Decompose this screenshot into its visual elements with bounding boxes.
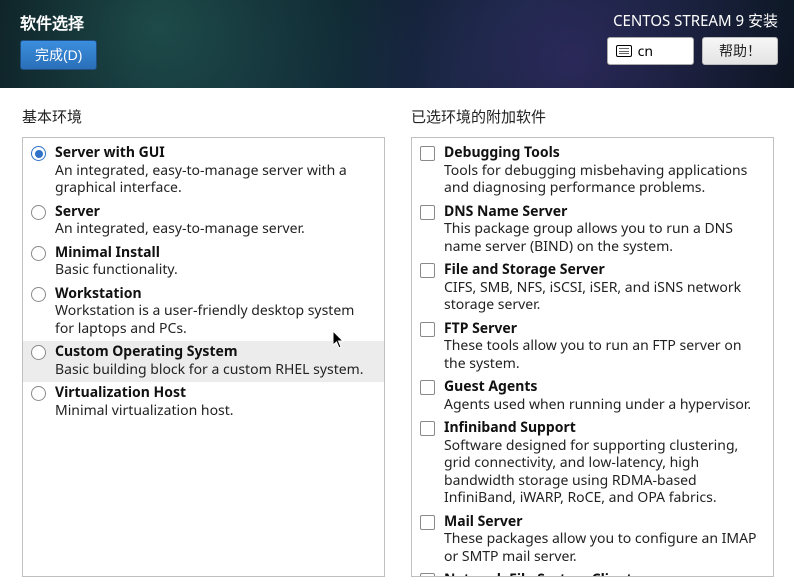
addons-list[interactable]: Debugging ToolsTools for debugging misbe… — [411, 137, 774, 577]
base-environment-column: 基本环境 Server with GUIAn integrated, easy-… — [22, 106, 385, 577]
radio-workstation[interactable] — [31, 287, 46, 302]
option-desc: Minimal virtualization host. — [55, 402, 374, 420]
addon-option-debugging-tools[interactable]: Debugging ToolsTools for debugging misbe… — [412, 142, 773, 201]
env-option-workstation[interactable]: WorkstationWorkstation is a user-friendl… — [23, 283, 384, 342]
base-environment-title: 基本环境 — [22, 106, 385, 127]
install-title: CENTOS STREAM 9 安装 — [613, 10, 778, 31]
env-option-virt-host[interactable]: Virtualization HostMinimal virtualizatio… — [23, 382, 384, 423]
keyboard-layout-label: cn — [638, 42, 653, 61]
checkbox-ftp-server[interactable] — [420, 322, 435, 337]
option-title: Custom Operating System — [55, 343, 374, 361]
addon-option-file-storage-server[interactable]: File and Storage ServerCIFS, SMB, NFS, i… — [412, 259, 773, 318]
option-desc: An integrated, easy-to-manage server wit… — [55, 162, 374, 197]
addon-option-mail-server[interactable]: Mail ServerThese packages allow you to c… — [412, 511, 773, 570]
option-title: Infiniband Support — [444, 419, 763, 437]
option-title: DNS Name Server — [444, 203, 763, 221]
option-desc: Basic building block for a custom RHEL s… — [55, 361, 374, 379]
env-option-minimal[interactable]: Minimal InstallBasic functionality. — [23, 242, 384, 283]
checkbox-file-storage-server[interactable] — [420, 263, 435, 278]
page-title: 软件选择 — [20, 10, 97, 34]
addons-column: 已选环境的附加软件 Debugging ToolsTools for debug… — [411, 106, 774, 577]
addon-option-guest-agents[interactable]: Guest AgentsAgents used when running und… — [412, 376, 773, 417]
option-desc: Workstation is a user-friendly desktop s… — [55, 302, 374, 337]
header: 软件选择 完成(D) CENTOS STREAM 9 安装 cn 帮助！ — [0, 0, 794, 88]
option-title: Minimal Install — [55, 244, 374, 262]
keyboard-indicator[interactable]: cn — [607, 37, 694, 65]
help-button[interactable]: 帮助！ — [702, 37, 778, 65]
option-desc: Software designed for supporting cluster… — [444, 437, 763, 507]
option-desc: An integrated, easy-to-manage server. — [55, 220, 374, 238]
option-title: Workstation — [55, 285, 374, 303]
radio-server[interactable] — [31, 205, 46, 220]
addons-title: 已选环境的附加软件 — [411, 106, 774, 127]
option-desc: These packages allow you to configure an… — [444, 530, 763, 565]
option-desc: Tools for debugging misbehaving applicat… — [444, 162, 763, 197]
option-title: Server — [55, 203, 374, 221]
radio-server-gui[interactable] — [31, 146, 46, 161]
env-option-server-gui[interactable]: Server with GUIAn integrated, easy-to-ma… — [23, 142, 384, 201]
checkbox-debugging-tools[interactable] — [420, 146, 435, 161]
radio-virt-host[interactable] — [31, 386, 46, 401]
option-title: Server with GUI — [55, 144, 374, 162]
checkbox-dns-name-server[interactable] — [420, 205, 435, 220]
env-option-custom-os[interactable]: Custom Operating SystemBasic building bl… — [23, 341, 384, 382]
checkbox-infiniband[interactable] — [420, 421, 435, 436]
keyboard-icon — [616, 45, 632, 57]
option-desc: Agents used when running under a hypervi… — [444, 396, 763, 414]
option-title: Network File System Client — [444, 571, 763, 577]
addon-option-nfs-client[interactable]: Network File System Client — [412, 569, 773, 577]
option-title: Mail Server — [444, 513, 763, 531]
checkbox-mail-server[interactable] — [420, 515, 435, 530]
option-desc: This package group allows you to run a D… — [444, 220, 763, 255]
radio-custom-os[interactable] — [31, 345, 46, 360]
addon-option-dns-name-server[interactable]: DNS Name ServerThis package group allows… — [412, 201, 773, 260]
radio-minimal[interactable] — [31, 246, 46, 261]
option-title: Guest Agents — [444, 378, 763, 396]
option-title: Virtualization Host — [55, 384, 374, 402]
option-title: FTP Server — [444, 320, 763, 338]
checkbox-guest-agents[interactable] — [420, 380, 435, 395]
content: 基本环境 Server with GUIAn integrated, easy-… — [0, 88, 794, 577]
option-title: File and Storage Server — [444, 261, 763, 279]
option-desc: CIFS, SMB, NFS, iSCSI, iSER, and iSNS ne… — [444, 279, 763, 314]
addon-option-infiniband[interactable]: Infiniband SupportSoftware designed for … — [412, 417, 773, 511]
addon-option-ftp-server[interactable]: FTP ServerThese tools allow you to run a… — [412, 318, 773, 377]
done-button[interactable]: 完成(D) — [20, 40, 97, 70]
base-environment-list[interactable]: Server with GUIAn integrated, easy-to-ma… — [22, 137, 385, 577]
env-option-server[interactable]: ServerAn integrated, easy-to-manage serv… — [23, 201, 384, 242]
checkbox-nfs-client[interactable] — [420, 573, 435, 577]
option-title: Debugging Tools — [444, 144, 763, 162]
option-desc: These tools allow you to run an FTP serv… — [444, 337, 763, 372]
option-desc: Basic functionality. — [55, 261, 374, 279]
